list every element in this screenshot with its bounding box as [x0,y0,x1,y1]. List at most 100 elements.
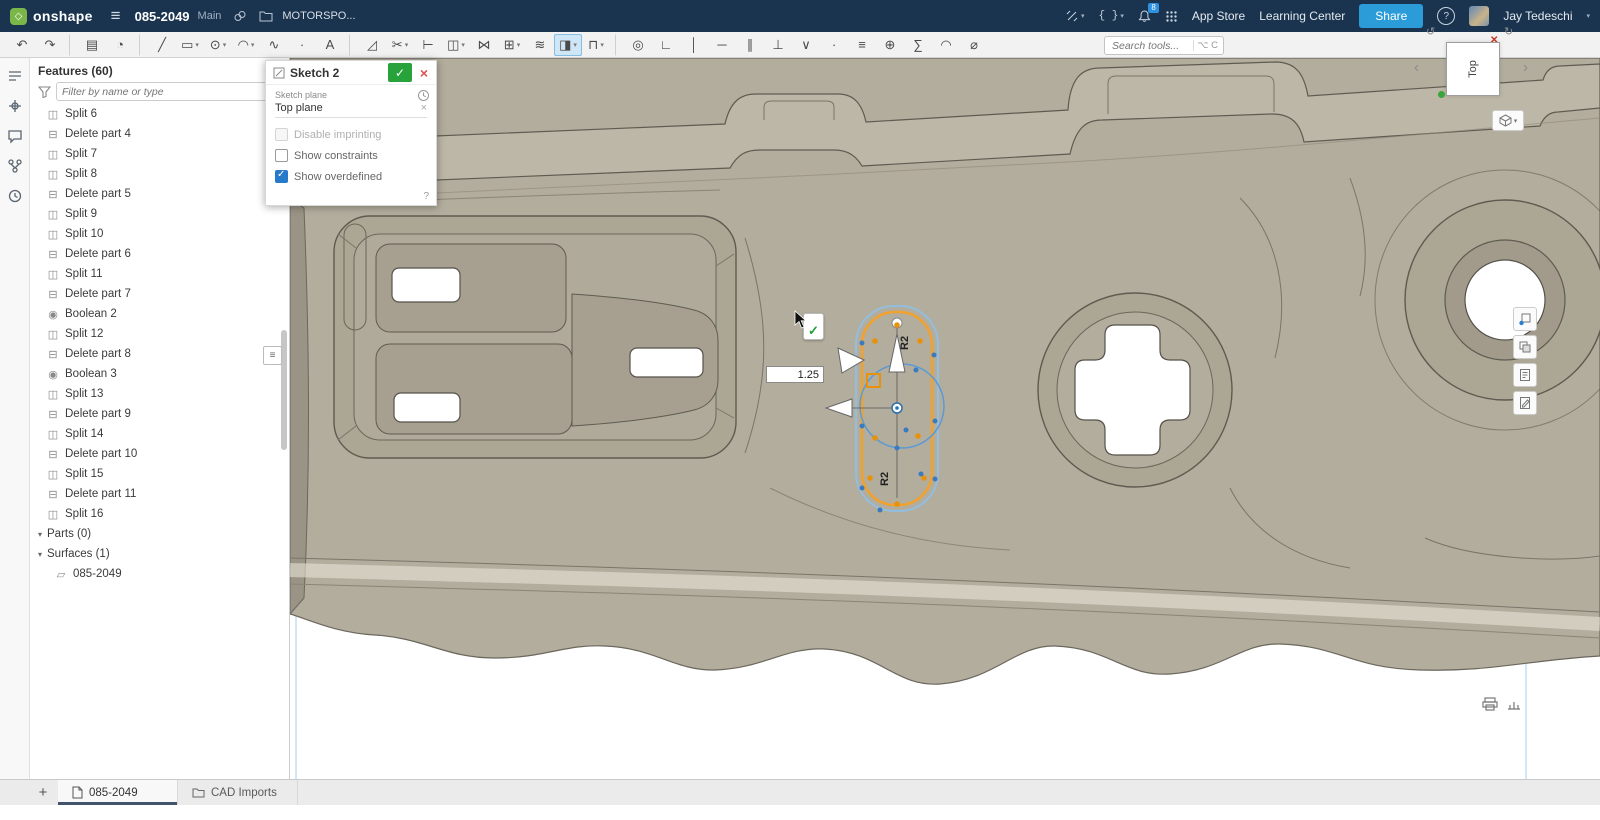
dimension-input[interactable] [766,366,824,383]
document-branch[interactable]: Main [198,10,222,22]
app-store-button[interactable]: App Store [1192,9,1245,23]
tab-cad-imports[interactable]: CAD Imports [178,780,298,805]
toolbar-tool-button[interactable]: ╱ ▾ [148,34,176,56]
toolbar-tool-button[interactable]: ∑ ▾ [904,34,932,56]
main-menu-icon[interactable]: ≡ [103,6,129,26]
toolbar-tool-button[interactable]: ─ ▾ [708,34,736,56]
tool-dropdown-caret-icon[interactable]: ▾ [573,41,577,49]
surfaces-caret-icon[interactable]: ▾ [38,550,42,559]
feature-list-item[interactable]: ⊟ Delete part 7 [30,284,289,304]
sketch-dimension-list-button[interactable]: ≡ [263,346,282,365]
toolbar-tool-button[interactable]: ◿ ▾ [358,34,386,56]
toolbar-tool-button[interactable]: ⋈ ▾ [470,34,498,56]
apps-grid-icon[interactable] [1165,10,1178,23]
cube-arrow-left-icon[interactable]: ‹ [1414,60,1419,75]
named-views-button[interactable] [1513,363,1537,387]
toolbar-tool-button[interactable]: ⊞ ▾ [498,34,526,56]
dialog-option-row[interactable]: Disable imprinting [275,124,427,145]
user-avatar[interactable] [1469,6,1489,26]
search-tools-field[interactable]: ⌥ C [1104,36,1224,55]
cube-arrow-right-icon[interactable]: › [1523,60,1528,75]
feature-list-item[interactable]: ⊟ Delete part 9 [30,404,289,424]
toolbar-tool-button[interactable]: ◎ ▾ [624,34,652,56]
versions-icon[interactable] [4,156,26,176]
user-menu-caret-icon[interactable]: ▾ [1586,12,1590,20]
feature-list-toggle-icon[interactable] [4,66,26,86]
sketch-plane-field[interactable]: Top plane × [275,100,427,118]
folder-icon[interactable]: MOTORSPO... [259,10,355,22]
toolbar-tool-button[interactable]: ↷ ▾ [36,34,70,56]
dialog-help-icon[interactable]: ? [423,191,429,202]
share-button[interactable]: Share [1359,4,1423,28]
accept-sketch-button[interactable]: ✓ [388,63,412,82]
dialog-option-row[interactable]: Show overdefined [275,166,427,187]
features-filter-input[interactable] [56,82,281,101]
tool-dropdown-caret-icon[interactable]: ▾ [405,41,409,49]
add-tab-button[interactable]: + [28,780,58,805]
tool-dropdown-caret-icon[interactable]: ▾ [223,41,227,49]
toolbar-tool-button[interactable]: ∟ ▾ [652,34,680,56]
tool-dropdown-caret-icon[interactable]: ▾ [251,41,255,49]
feature-list-item[interactable]: ◫ Split 9 [30,204,289,224]
toolbar-tool-button[interactable]: ◠ ▾ [232,34,260,56]
toolbar-tool-button[interactable]: ⊥ ▾ [764,34,792,56]
dialog-option-row[interactable]: Show constraints [275,145,427,166]
onshape-logo[interactable]: ◇ onshape [0,8,103,25]
toolbar-tool-button[interactable]: ∿ ▾ [260,34,288,56]
toolbar-tool-button[interactable]: ◔ ▾ [106,34,140,56]
toolbar-tool-button[interactable]: ≋ ▾ [526,34,554,56]
toolbar-tool-button[interactable]: ∨ ▾ [792,34,820,56]
feature-list-item[interactable]: ◉ Boolean 2 [30,304,289,324]
tool-dropdown-caret-icon[interactable]: ▾ [461,41,465,49]
toolbar-tool-button[interactable]: ⌀ ▾ [960,34,988,56]
search-tools-input[interactable] [1110,39,1189,53]
toolbar-tool-button[interactable]: │ ▾ [680,34,708,56]
comments-icon[interactable] [4,126,26,146]
feature-list-item[interactable]: ◫ Split 8 [30,164,289,184]
feature-list-item[interactable]: ◫ Split 7 [30,144,289,164]
feature-list-item[interactable]: ◫ Split 12 [30,324,289,344]
notifications-icon[interactable]: 8 [1138,9,1151,23]
toolbar-tool-button[interactable]: ↶ ▾ [8,34,36,56]
feature-list-item[interactable]: ◫ Split 16 [30,504,289,524]
edit-appearance-button[interactable] [1513,391,1537,415]
feature-list-item[interactable]: ⊟ Delete part 5 [30,184,289,204]
tool-dropdown-caret-icon[interactable]: ▾ [600,41,604,49]
tab-part-studio[interactable]: 085-2049 [58,780,178,805]
learning-center-button[interactable]: Learning Center [1259,9,1345,23]
feature-list-item[interactable]: ⊟ Delete part 10 [30,444,289,464]
feature-list-item[interactable]: ⊟ Delete part 8 [30,344,289,364]
parts-group-row[interactable]: ▾ Parts (0) [30,524,289,544]
help-icon[interactable]: ? [1437,7,1455,25]
featurescript-icon[interactable]: { } ▾ [1099,10,1124,22]
feature-list-item[interactable]: ⊟ Delete part 4 [30,124,289,144]
feature-list-item[interactable]: ⊟ Delete part 6 [30,244,289,264]
toolbar-tool-button[interactable]: ◫ ▾ [442,34,470,56]
user-name[interactable]: Jay Tedeschi [1503,9,1572,23]
toolbar-tool-button[interactable]: ◠ ▾ [932,34,960,56]
surface-item-row[interactable]: ▱ 085-2049 [30,564,289,584]
toolbar-tool-button[interactable]: ∥ ▾ [736,34,764,56]
toolbar-tool-button[interactable]: ◨ ▾ [554,34,582,56]
feature-list-item[interactable]: ◫ Split 15 [30,464,289,484]
view-mode-button[interactable]: ▾ [1492,110,1524,131]
tool-dropdown-caret-icon[interactable]: ▾ [195,41,199,49]
rotate-ccw-icon[interactable]: ↺ [1426,25,1435,38]
toolbar-tool-button[interactable]: ⊕ ▾ [876,34,904,56]
surfaces-group-row[interactable]: ▾ Surfaces (1) [30,544,289,564]
checkbox[interactable] [275,149,288,162]
checkbox[interactable] [275,128,288,141]
toolbar-tool-button[interactable]: ⊓ ▾ [582,34,616,56]
document-title[interactable]: 085-2049 [135,9,190,24]
feature-list-item[interactable]: ◫ Split 6 [30,104,289,124]
print-icon[interactable] [1482,697,1498,711]
feature-list-item[interactable]: ◫ Split 14 [30,424,289,444]
confirm-cursor-widget[interactable]: ✓ [794,310,826,344]
toolbar-tool-button[interactable]: ✂ ▾ [386,34,414,56]
feature-list-item[interactable]: ◉ Boolean 3 [30,364,289,384]
tools-icon[interactable]: ▾ [1065,9,1085,23]
selection-history-icon[interactable] [417,89,430,107]
feature-list-item[interactable]: ◫ Split 10 [30,224,289,244]
scale-icon[interactable] [1506,697,1522,711]
feature-list-item[interactable]: ◫ Split 13 [30,384,289,404]
